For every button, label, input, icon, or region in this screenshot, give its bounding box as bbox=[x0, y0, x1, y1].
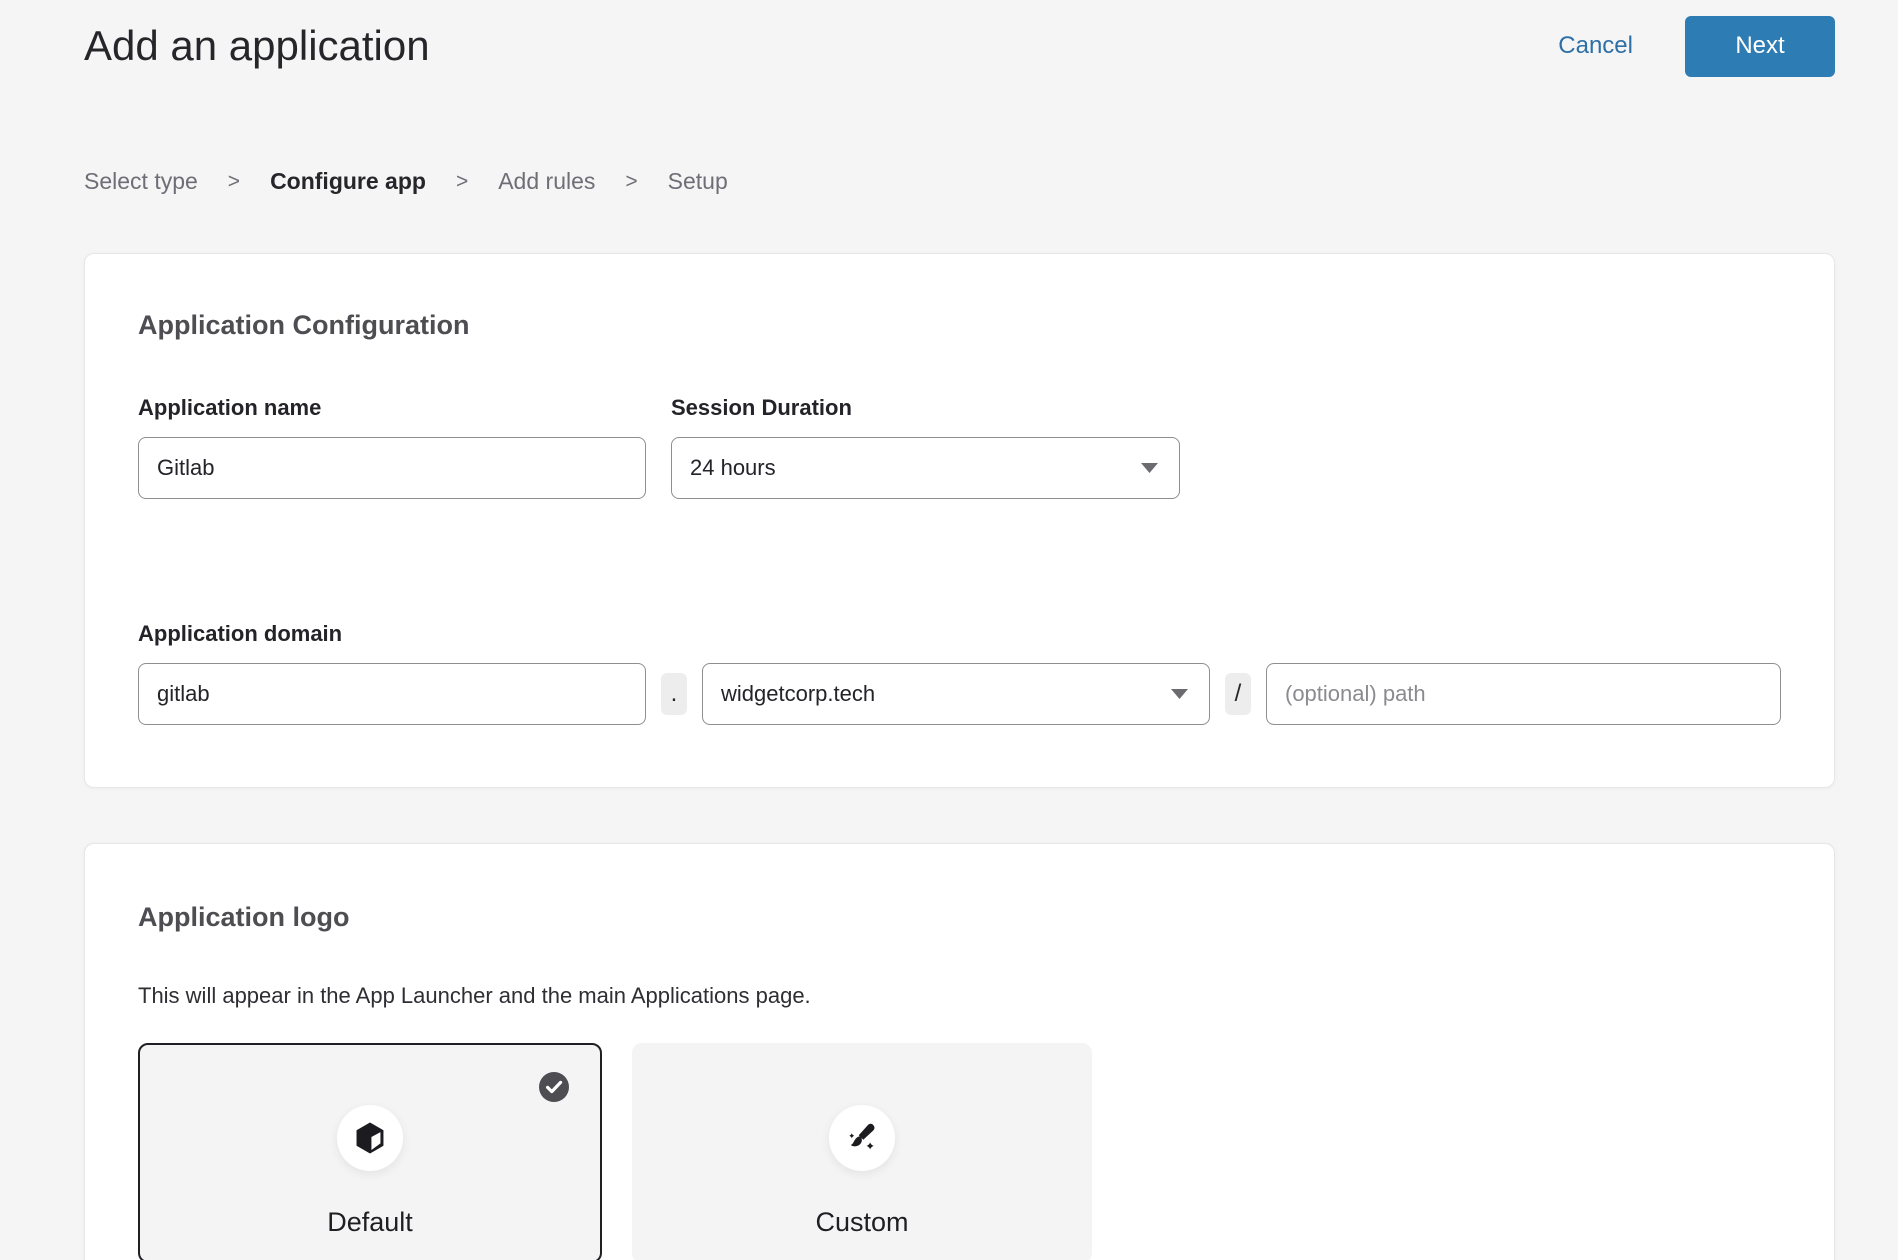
logo-option-label: Custom bbox=[815, 1207, 908, 1238]
next-button[interactable]: Next bbox=[1685, 16, 1835, 77]
name-session-row: Application name Session Duration 24 hou… bbox=[138, 395, 1781, 499]
cube-icon bbox=[351, 1119, 389, 1157]
application-name-field-group: Application name bbox=[138, 395, 646, 499]
slash-separator: / bbox=[1225, 673, 1251, 715]
application-domain-label: Application domain bbox=[138, 621, 1781, 647]
header-actions: Cancel Next bbox=[1558, 16, 1835, 77]
custom-icon-circle bbox=[829, 1105, 895, 1171]
domain-select-value: widgetcorp.tech bbox=[721, 681, 875, 707]
chevron-down-icon bbox=[1170, 688, 1189, 700]
step-add-rules[interactable]: Add rules bbox=[498, 168, 595, 195]
logo-option-default[interactable]: Default bbox=[138, 1043, 602, 1260]
application-configuration-card: Application Configuration Application na… bbox=[84, 253, 1835, 788]
breadcrumb-separator: > bbox=[625, 170, 637, 194]
dot-separator: . bbox=[661, 673, 687, 715]
logo-option-label: Default bbox=[327, 1207, 413, 1238]
logo-option-list: Default Custom bbox=[138, 1043, 1781, 1260]
application-logo-heading: Application logo bbox=[138, 902, 1781, 933]
path-input[interactable] bbox=[1266, 663, 1781, 725]
application-configuration-heading: Application Configuration bbox=[138, 310, 1781, 341]
application-domain-field-group: Application domain . widgetcorp.tech / bbox=[138, 621, 1781, 725]
session-duration-field-group: Session Duration 24 hours bbox=[671, 395, 1180, 499]
step-select-type[interactable]: Select type bbox=[84, 168, 198, 195]
step-setup[interactable]: Setup bbox=[668, 168, 728, 195]
page-title: Add an application bbox=[84, 22, 430, 70]
paintbrush-icon bbox=[842, 1118, 882, 1158]
domain-select[interactable]: widgetcorp.tech bbox=[702, 663, 1210, 725]
application-name-label: Application name bbox=[138, 395, 646, 421]
step-configure-app[interactable]: Configure app bbox=[270, 168, 426, 195]
session-duration-label: Session Duration bbox=[671, 395, 1180, 421]
chevron-down-icon bbox=[1140, 462, 1159, 474]
wizard-breadcrumb: Select type > Configure app > Add rules … bbox=[84, 168, 1835, 195]
logo-option-custom[interactable]: Custom bbox=[632, 1043, 1092, 1260]
application-name-input[interactable] bbox=[138, 437, 646, 499]
application-logo-description: This will appear in the App Launcher and… bbox=[138, 983, 1781, 1009]
cancel-button[interactable]: Cancel bbox=[1558, 32, 1633, 60]
session-duration-value: 24 hours bbox=[690, 455, 776, 481]
application-logo-card: Application logo This will appear in the… bbox=[84, 843, 1835, 1260]
check-icon bbox=[538, 1071, 570, 1103]
application-domain-row: . widgetcorp.tech / bbox=[138, 663, 1781, 725]
subdomain-input[interactable] bbox=[138, 663, 646, 725]
session-duration-select[interactable]: 24 hours bbox=[671, 437, 1180, 499]
add-application-page: Add an application Cancel Next Select ty… bbox=[0, 0, 1898, 1260]
page-header: Add an application Cancel Next bbox=[84, 14, 1835, 78]
breadcrumb-separator: > bbox=[456, 170, 468, 194]
breadcrumb-separator: > bbox=[228, 170, 240, 194]
default-icon-circle bbox=[337, 1105, 403, 1171]
